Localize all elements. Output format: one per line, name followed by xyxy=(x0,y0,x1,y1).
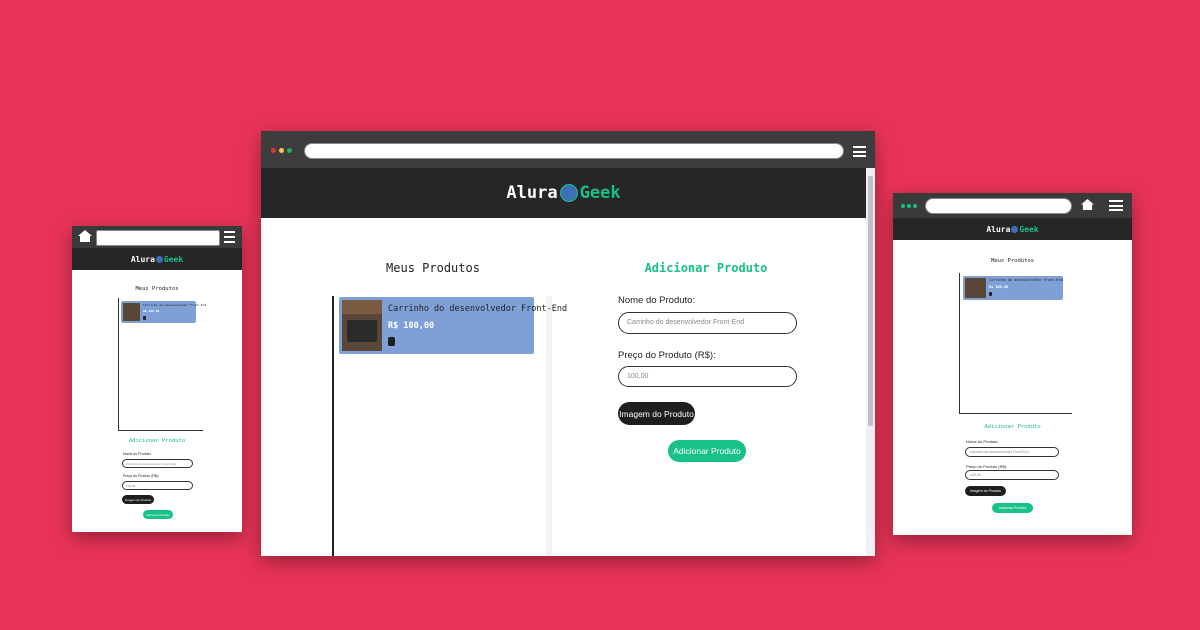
desktop-browser-frame: Alura Geek Meus Produtos Carrinho do des… xyxy=(261,131,875,556)
trash-icon[interactable] xyxy=(388,337,395,346)
logo-text-geek: Geek xyxy=(579,183,621,203)
site-header: Alura Geek xyxy=(261,168,866,218)
close-dot-icon[interactable] xyxy=(901,204,905,208)
form-title: Adicionar Produto xyxy=(984,424,1041,430)
maximize-dot-icon[interactable] xyxy=(287,148,292,153)
add-product-button[interactable]: Adicionar Produto xyxy=(992,503,1033,513)
price-input[interactable]: 100,00 xyxy=(122,481,193,490)
image-button[interactable]: Imagem do Produto xyxy=(965,486,1006,496)
logo-text-alura: Alura xyxy=(506,183,558,203)
name-label: Nome do Produto: xyxy=(966,439,999,444)
list-scrollbar[interactable] xyxy=(546,296,552,556)
minimize-dot-icon[interactable] xyxy=(907,204,911,208)
product-name: Carrinho do desenvolvedor Front-End xyxy=(989,278,1063,282)
trash-icon[interactable] xyxy=(143,316,146,320)
price-input[interactable]: 100,00 xyxy=(618,366,797,387)
name-label: Nome do Produto: xyxy=(618,295,696,306)
add-product-button[interactable]: Adicionar Produto xyxy=(668,440,746,462)
logo-mascot-icon xyxy=(155,255,163,263)
products-title: Meus Produtos xyxy=(135,286,179,292)
page-scrollbar-thumb[interactable] xyxy=(868,176,873,426)
price-label: Preço do Produto (R$): xyxy=(123,474,159,478)
name-input[interactable]: Carrinho do desenvolvedor Front-End xyxy=(122,459,193,468)
price-label: Preço do Produto (R$): xyxy=(966,464,1008,469)
product-image xyxy=(342,300,382,351)
maximize-dot-icon[interactable] xyxy=(913,204,917,208)
price-input[interactable]: 100,00 xyxy=(965,470,1059,480)
logo-mascot-icon xyxy=(559,184,578,202)
form-title: Adicionar Produto xyxy=(644,261,768,275)
logo-text-geek: Geek xyxy=(163,254,184,264)
logo-mascot-icon xyxy=(1011,225,1019,233)
browser-toolbar xyxy=(261,131,875,168)
product-price: R$ 100,00 xyxy=(388,321,435,331)
products-list: Carrinho do desenvolvedor Front-End R$ 1… xyxy=(332,296,567,556)
site-logo[interactable]: Alura Geek xyxy=(986,225,1038,234)
products-title: Meus Produtos xyxy=(386,261,480,275)
product-name: Carrinho do desenvolvedor Front-End xyxy=(388,304,568,314)
products-title: Meus Produtos xyxy=(990,258,1035,264)
home-icon[interactable] xyxy=(78,230,92,242)
mobile-browser-frame: Alura Geek Meus Produtos Carrinho do des… xyxy=(72,226,242,532)
name-input[interactable]: Carrinho do desenvolvedor Front-End xyxy=(618,312,797,334)
address-bar[interactable] xyxy=(925,198,1072,214)
page-scrollbar[interactable] xyxy=(866,168,875,556)
hamburger-menu-icon[interactable] xyxy=(1109,200,1123,211)
trash-icon[interactable] xyxy=(989,292,992,296)
tablet-browser-frame: Alura Geek Meus Produtos Carrinho do des… xyxy=(893,193,1132,535)
product-card: Carrinho do desenvolvedor Front-End R$ 1… xyxy=(121,301,206,323)
site-logo[interactable]: Alura Geek xyxy=(506,183,620,203)
hamburger-menu-icon[interactable] xyxy=(224,231,235,243)
hamburger-menu-icon[interactable] xyxy=(853,146,866,157)
browser-toolbar xyxy=(893,193,1132,218)
minimize-dot-icon[interactable] xyxy=(279,148,284,153)
product-image xyxy=(123,303,140,321)
form-title: Adicionar Produto xyxy=(128,438,186,444)
product-image-shelf xyxy=(342,300,382,314)
product-name: Carrinho do desenvolvedor Front-End xyxy=(143,303,207,307)
name-input[interactable]: Carrinho do desenvolvedor Front-End xyxy=(965,447,1059,457)
logo-text-alura: Alura xyxy=(130,254,155,264)
product-card: Carrinho do desenvolvedor Front-End R$ 1… xyxy=(339,297,567,354)
address-bar[interactable] xyxy=(304,143,844,159)
product-card: Carrinho do desenvolvedor Front-End R$ 1… xyxy=(963,276,1063,300)
site-logo[interactable]: Alura Geek xyxy=(131,255,183,264)
address-bar[interactable] xyxy=(96,230,220,246)
product-price: R$ 100,00 xyxy=(989,285,1008,289)
add-product-button[interactable]: Adicionar Produto xyxy=(143,510,173,519)
site-header: Alura Geek xyxy=(72,248,242,270)
close-dot-icon[interactable] xyxy=(271,148,276,153)
product-image-cart xyxy=(347,320,377,342)
logo-text-alura: Alura xyxy=(986,224,1011,234)
browser-toolbar xyxy=(72,226,242,248)
products-list: Carrinho do desenvolvedor Front-End R$ 1… xyxy=(959,273,1072,414)
products-list: Carrinho do desenvolvedor Front-End R$ 1… xyxy=(118,298,206,431)
site-header: Alura Geek xyxy=(893,218,1132,240)
product-price: R$ 100,00 xyxy=(143,309,160,313)
price-label: Preço do Produto (R$): xyxy=(618,350,716,361)
logo-text-geek: Geek xyxy=(1019,224,1039,234)
image-button[interactable]: Imagem do Produto xyxy=(122,495,154,504)
image-button[interactable]: Imagem do Produto xyxy=(618,402,695,425)
name-label: Nome do Produto: xyxy=(123,452,152,456)
product-image xyxy=(965,278,986,298)
home-icon[interactable] xyxy=(1081,199,1094,210)
